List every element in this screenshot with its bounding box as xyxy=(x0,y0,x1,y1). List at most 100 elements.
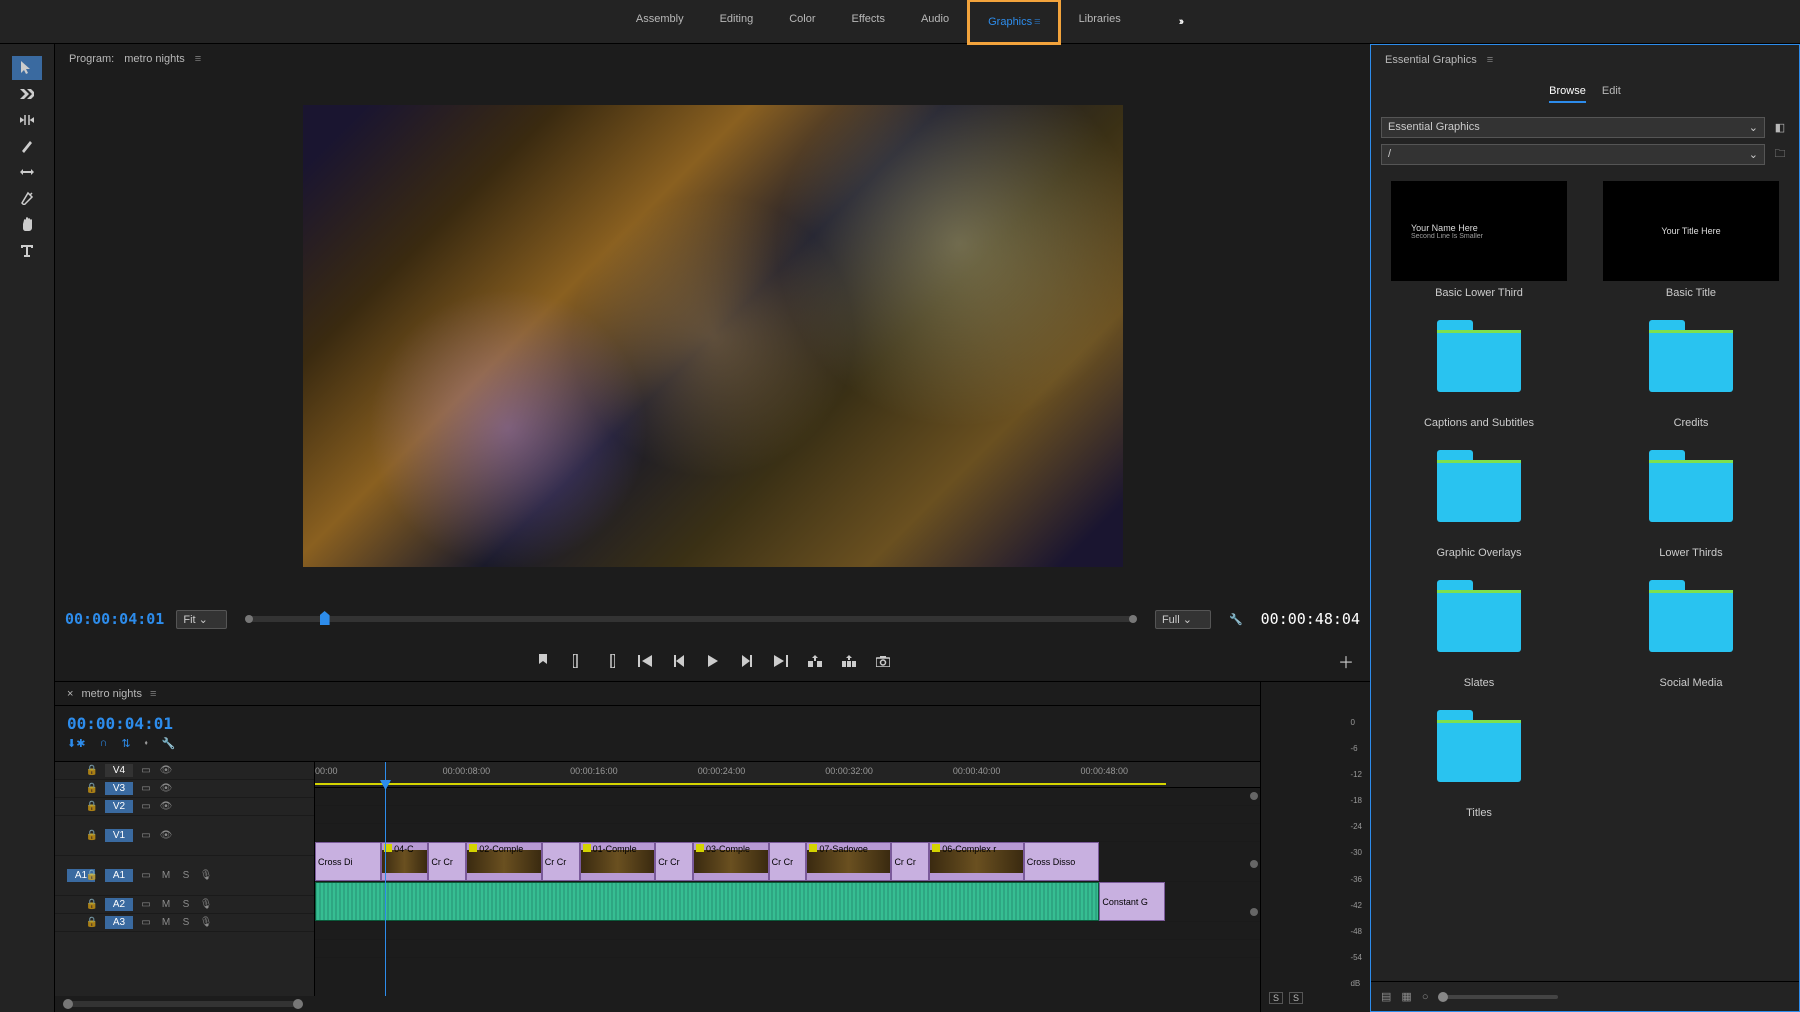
video-clip[interactable]: 07-Sadovoe xyxy=(806,842,891,881)
type-tool[interactable] xyxy=(12,238,42,262)
eg-item[interactable]: Slates xyxy=(1381,571,1577,689)
eg-item[interactable]: Your Title HereBasic Title xyxy=(1593,181,1789,299)
toggle-output-icon[interactable]: ▭ xyxy=(139,899,153,910)
toggle-output-icon[interactable]: ▭ xyxy=(139,870,153,881)
audio-track-header-a3[interactable]: 🔒A3▭MS🎙 xyxy=(55,914,314,932)
razor-tool[interactable] xyxy=(12,134,42,158)
timeline-menu-icon[interactable]: ≡ xyxy=(150,688,155,700)
eg-list-view-icon[interactable]: ▤ xyxy=(1381,990,1391,1003)
workspace-tab-graphics[interactable]: Graphics≡ xyxy=(967,0,1060,45)
add-marker-button[interactable] xyxy=(535,653,551,669)
eg-item[interactable]: Titles xyxy=(1381,701,1577,819)
export-frame-button[interactable] xyxy=(875,653,891,669)
eg-path-select[interactable]: /⌄ xyxy=(1381,144,1765,165)
program-current-time[interactable]: 00:00:04:01 xyxy=(65,610,164,628)
mute-toggle[interactable]: M xyxy=(159,899,173,910)
workspace-tab-audio[interactable]: Audio xyxy=(903,0,967,45)
timeline-zoom-bar[interactable] xyxy=(63,1001,303,1007)
tracks-area[interactable]: 00:0000:00:08:0000:00:16:0000:00:24:0000… xyxy=(315,762,1260,996)
eye-icon[interactable]: 👁 xyxy=(159,765,173,776)
mute-toggle[interactable]: M xyxy=(159,870,173,881)
timeline-ruler[interactable]: 00:0000:00:08:0000:00:16:0000:00:24:0000… xyxy=(315,762,1260,788)
eg-grid-view-icon[interactable]: ▦ xyxy=(1401,990,1411,1003)
solo-toggle[interactable]: S xyxy=(179,917,193,928)
quality-select[interactable]: Full ⌄ xyxy=(1155,610,1211,629)
eg-item[interactable]: Credits xyxy=(1593,311,1789,429)
track-lane-v3[interactable] xyxy=(315,806,1260,824)
transition-clip[interactable]: Cr Cr xyxy=(428,842,466,881)
eye-icon[interactable]: 👁 xyxy=(159,830,173,841)
toggle-output-icon[interactable]: ▭ xyxy=(139,765,153,776)
snap-toggle[interactable]: ∩ xyxy=(99,737,107,750)
timeline-sequence-name[interactable]: metro nights xyxy=(81,688,142,700)
toggle-output-icon[interactable]: ▭ xyxy=(139,783,153,794)
eye-icon[interactable]: 👁 xyxy=(159,783,173,794)
transition-clip[interactable]: Cr Cr xyxy=(655,842,693,881)
track-lane-a3[interactable] xyxy=(315,940,1260,958)
vscroll-marker[interactable] xyxy=(1250,792,1258,800)
go-to-out-button[interactable] xyxy=(773,653,789,669)
lock-icon[interactable]: 🔒 xyxy=(85,801,99,812)
video-track-header-v4[interactable]: 🔒V4▭👁 xyxy=(55,762,314,780)
video-clip[interactable]: 04-C xyxy=(381,842,428,881)
eg-item[interactable]: Graphic Overlays xyxy=(1381,441,1577,559)
eg-item[interactable]: Captions and Subtitles xyxy=(1381,311,1577,429)
video-clip[interactable]: 02-Comple xyxy=(466,842,542,881)
lock-icon[interactable]: 🔒 xyxy=(85,870,99,881)
solo-r-toggle[interactable]: S xyxy=(1289,992,1303,1004)
eg-new-item-icon[interactable]: ◧ xyxy=(1771,119,1789,137)
selection-tool[interactable] xyxy=(12,56,42,80)
video-clip[interactable]: 06-Complex r xyxy=(929,842,1024,881)
workspace-tab-color[interactable]: Color xyxy=(771,0,833,45)
slip-tool[interactable] xyxy=(12,160,42,184)
eg-item[interactable]: Social Media xyxy=(1593,571,1789,689)
timeline-playhead[interactable] xyxy=(385,762,386,996)
solo-l-toggle[interactable]: S xyxy=(1269,992,1283,1004)
eg-thumb-size-slider[interactable] xyxy=(1438,995,1558,999)
solo-toggle[interactable]: S xyxy=(179,870,193,881)
video-track-header-v2[interactable]: 🔒V2▭👁 xyxy=(55,798,314,816)
track-label[interactable]: V1 xyxy=(105,829,133,842)
program-scrubber[interactable] xyxy=(249,616,1133,622)
mute-toggle[interactable]: M xyxy=(159,917,173,928)
insert-overwrite-toggle[interactable]: ⬇✱ xyxy=(67,737,85,750)
toggle-output-icon[interactable]: ▭ xyxy=(139,830,153,841)
track-lane-v1[interactable]: Cross Di04-CCr Cr02-CompleCr Cr01-Comple… xyxy=(315,842,1260,882)
hand-tool[interactable] xyxy=(12,212,42,236)
toggle-output-icon[interactable]: ▭ xyxy=(139,801,153,812)
extract-button[interactable] xyxy=(841,653,857,669)
track-lane-v2[interactable] xyxy=(315,824,1260,842)
track-label[interactable]: A3 xyxy=(105,916,133,929)
zoom-fit-select[interactable]: Fit ⌄ xyxy=(176,610,227,629)
eg-panel-menu-icon[interactable]: ≡ xyxy=(1487,54,1492,66)
track-label[interactable]: A1 xyxy=(105,869,133,882)
workspace-tab-editing[interactable]: Editing xyxy=(702,0,772,45)
eg-folder-icon[interactable]: 🗀 xyxy=(1771,146,1789,164)
toggle-output-icon[interactable]: ▭ xyxy=(139,917,153,928)
video-track-header-v3[interactable]: 🔒 V3 ▭ 👁 xyxy=(55,780,314,798)
vscroll-marker[interactable] xyxy=(1250,908,1258,916)
audio-track-header-a2[interactable]: 🔒A2▭MS🎙 xyxy=(55,896,314,914)
track-label[interactable]: V2 xyxy=(105,800,133,813)
mark-out-button[interactable] xyxy=(603,653,619,669)
lock-icon[interactable]: 🔒 xyxy=(85,899,99,910)
workspace-tab-assembly[interactable]: Assembly xyxy=(618,0,702,45)
track-label[interactable]: V3 xyxy=(105,782,133,795)
voiceover-icon[interactable]: 🎙 xyxy=(199,870,213,881)
transition-clip[interactable]: Cr Cr xyxy=(769,842,807,881)
eg-sort-icon[interactable]: ○ xyxy=(1422,991,1429,1003)
lock-icon[interactable]: 🔒 xyxy=(85,783,99,794)
eg-item[interactable]: Your Name HereSecond Line Is SmallerBasi… xyxy=(1381,181,1577,299)
go-to-in-button[interactable] xyxy=(637,653,653,669)
lock-icon[interactable]: 🔒 xyxy=(85,765,99,776)
eg-library-select[interactable]: Essential Graphics⌄ xyxy=(1381,117,1765,138)
voiceover-icon[interactable]: 🎙 xyxy=(199,899,213,910)
track-lane-a1[interactable]: Constant G xyxy=(315,882,1260,922)
panel-menu-icon[interactable]: ≡ xyxy=(195,53,200,65)
transition-clip[interactable]: Cr Cr xyxy=(891,842,929,881)
lock-icon[interactable]: 🔒 xyxy=(85,917,99,928)
audio-track-header-a1[interactable]: A1🔒A1▭MS🎙 xyxy=(55,856,314,896)
step-forward-button[interactable] xyxy=(739,653,755,669)
workspace-overflow-button[interactable]: ›› xyxy=(1179,16,1182,28)
track-label[interactable]: A2 xyxy=(105,898,133,911)
